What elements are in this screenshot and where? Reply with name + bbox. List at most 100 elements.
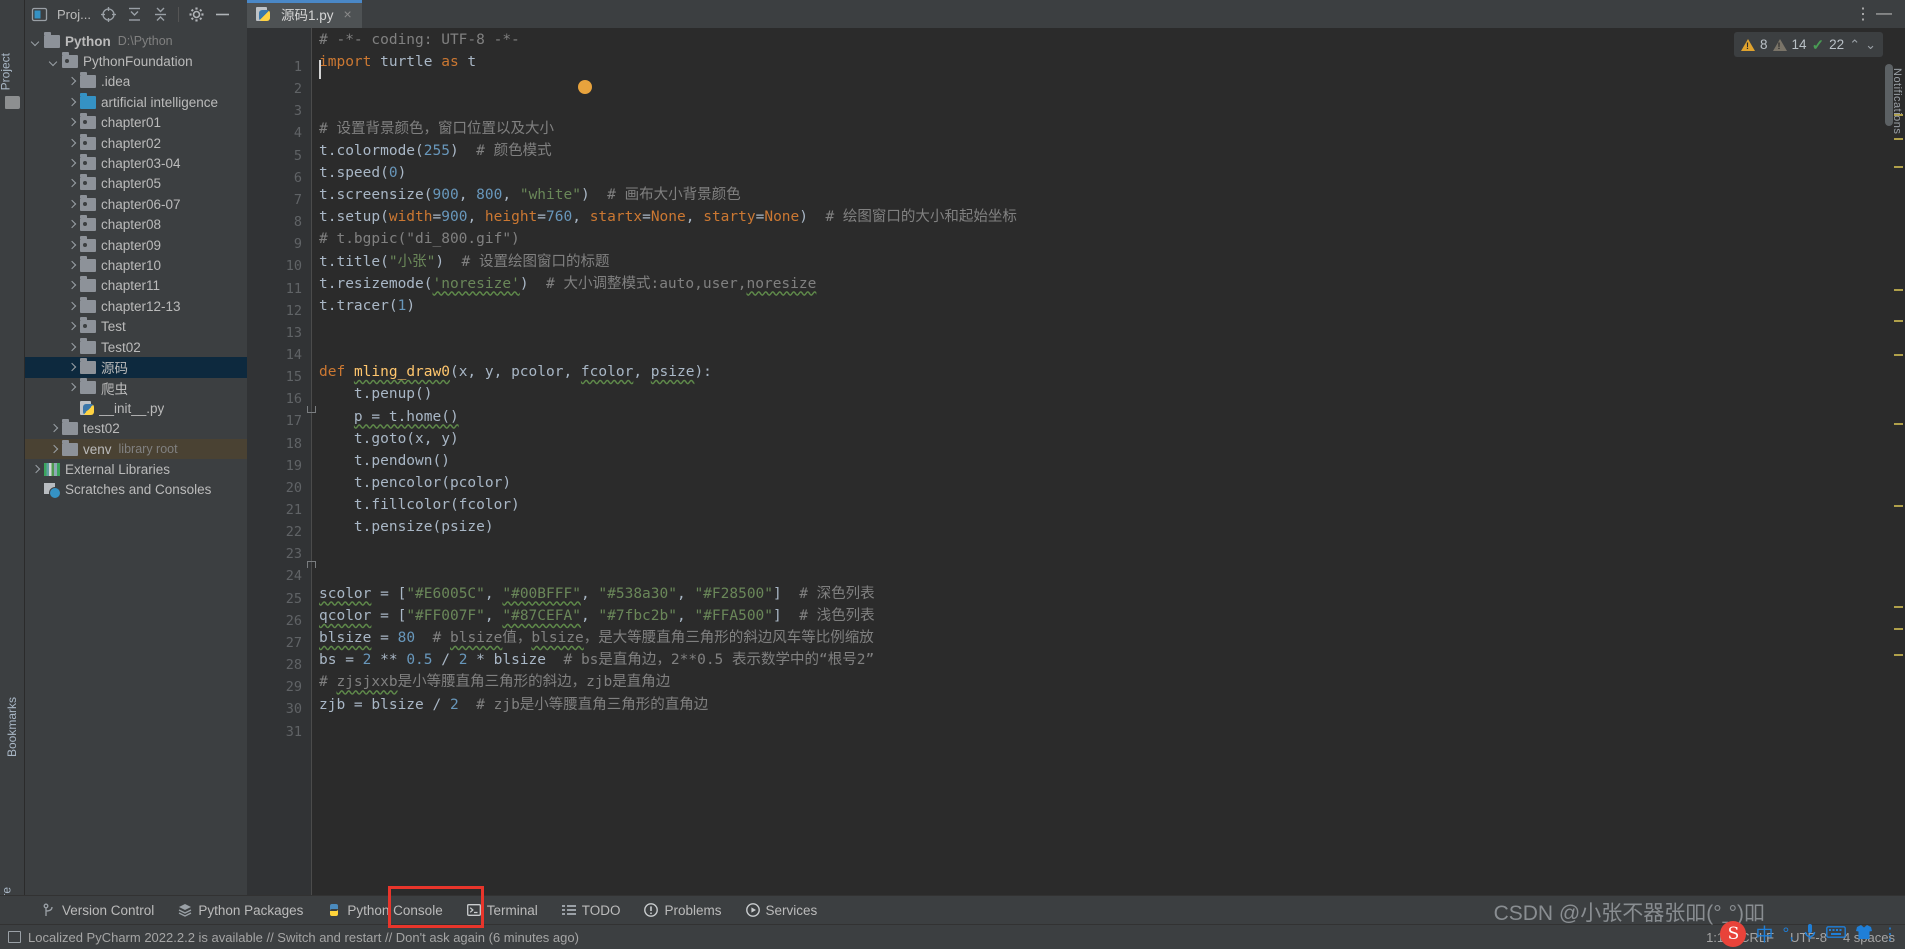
code-line[interactable]: # -*- coding: UTF-8 -*- [319, 29, 520, 51]
chevron-down-icon[interactable] [29, 35, 42, 48]
chevron-down-icon[interactable] [47, 55, 60, 68]
chevron-right-icon[interactable] [65, 381, 78, 394]
tree-item-chapter01[interactable]: chapter01 [25, 113, 247, 133]
ime-keyboard-icon[interactable] [1826, 924, 1846, 944]
ime-voice-icon[interactable] [1803, 923, 1817, 946]
tree-item-[interactable]: 源码 [25, 357, 247, 378]
stripe-mark[interactable] [1894, 606, 1903, 608]
line-number[interactable]: 27 [286, 635, 302, 651]
code-line[interactable]: t.pencolor(pcolor) [319, 472, 511, 494]
previous-problem-icon[interactable]: ⌃ [1849, 37, 1860, 53]
ime-punctuation-icon[interactable]: °, [1782, 924, 1794, 944]
tree-item-init-py[interactable]: __init__.py [25, 398, 247, 418]
code-line[interactable]: t.pensize(psize) [319, 516, 494, 538]
chevron-right-icon[interactable] [65, 218, 78, 231]
line-number[interactable]: 19 [286, 458, 302, 474]
settings-gear-icon[interactable] [188, 6, 205, 23]
hide-panel-icon[interactable] [214, 6, 231, 23]
chevron-right-icon[interactable] [65, 239, 78, 252]
tree-item-venv[interactable]: venv library root [25, 438, 247, 460]
line-number[interactable]: 3 [294, 103, 302, 119]
tool-window-button-services[interactable]: Services [734, 899, 830, 922]
tree-item-external-libraries[interactable]: External Libraries [25, 459, 247, 479]
tree-item-artificial-intelligence[interactable]: artificial intelligence [25, 92, 247, 112]
line-number[interactable]: 20 [286, 480, 302, 496]
code-text[interactable]: # -*- coding: UTF-8 -*- import turtle as … [311, 28, 1905, 920]
stripe-mark[interactable] [1894, 354, 1903, 356]
ime-more-icon[interactable]: ⋮ [1882, 924, 1899, 944]
line-number[interactable]: 18 [286, 436, 302, 452]
tree-item-chapter06-07[interactable]: chapter06-07 [25, 194, 247, 214]
line-number[interactable]: 14 [286, 347, 302, 363]
editor-tab-source1[interactable]: 源码1.py × [247, 0, 362, 28]
notification-icon[interactable] [8, 931, 21, 943]
next-problem-icon[interactable]: ⌄ [1865, 37, 1876, 53]
code-line[interactable]: t.setup(width=900, height=760, startx=No… [319, 206, 1017, 228]
tree-item-test02[interactable]: test02 [25, 418, 247, 438]
stripe-mark[interactable] [1894, 628, 1903, 630]
line-number[interactable]: 15 [286, 369, 302, 385]
tree-item-chapter02[interactable]: chapter02 [25, 133, 247, 153]
project-file-tree[interactable]: Python D:\Python PythonFoundation .idea arti… [25, 29, 247, 920]
code-line[interactable]: t.colormode(255) # 颜色模式 [319, 140, 552, 162]
tool-window-button-terminal[interactable]: Terminal [455, 899, 550, 922]
line-number[interactable]: 10 [286, 258, 302, 274]
stripe-mark[interactable] [1894, 320, 1903, 322]
line-number[interactable]: 7 [294, 192, 302, 208]
code-line[interactable]: t.tracer(1) [319, 295, 415, 317]
chevron-right-icon[interactable] [65, 75, 78, 88]
tree-item-chapter10[interactable]: chapter10 [25, 255, 247, 275]
code-line[interactable]: t.pendown() [319, 450, 450, 472]
chevron-right-icon[interactable] [65, 300, 78, 313]
tree-item-pythonfoundation[interactable]: PythonFoundation [25, 51, 247, 71]
line-number[interactable]: 25 [286, 591, 302, 607]
line-number[interactable]: 8 [294, 214, 302, 230]
code-line[interactable]: t.fillcolor(fcolor) [319, 494, 520, 516]
chevron-right-icon[interactable] [65, 116, 78, 129]
tree-item-chapter11[interactable]: chapter11 [25, 276, 247, 296]
code-line[interactable]: t.screensize(900, 800, "white") # 画布大小背景… [319, 184, 741, 206]
tree-item-python[interactable]: Python D:\Python [25, 31, 247, 51]
tool-window-button-python-console[interactable]: Python Console [315, 899, 454, 922]
tree-item-idea[interactable]: .idea [25, 72, 247, 92]
fold-marker-end[interactable] [307, 561, 316, 568]
locate-target-icon[interactable] [100, 6, 117, 23]
chevron-right-icon[interactable] [65, 137, 78, 150]
code-line[interactable]: scolor = ["#E6005C", "#00BFFF", "#538a30… [319, 583, 875, 605]
minimize-icon[interactable]: — [1876, 5, 1893, 23]
code-line[interactable]: import turtle as t [319, 51, 476, 73]
code-line[interactable]: blsize = 80 # blsize值，blsize，是大等腰直角三角形的斜… [319, 627, 874, 649]
sogou-logo-icon[interactable]: S [1720, 921, 1747, 947]
code-line[interactable]: bs = 2 ** 0.5 / 2 * blsize # bs是直角边，2**0… [319, 649, 874, 671]
line-number[interactable]: 26 [286, 613, 302, 629]
line-number[interactable]: 30 [286, 701, 302, 717]
fold-marker-def[interactable] [307, 406, 316, 413]
tree-item-chapter03-04[interactable]: chapter03-04 [25, 153, 247, 173]
status-message[interactable]: Localized PyCharm 2022.2.2 is available … [28, 930, 579, 945]
close-icon[interactable]: × [344, 6, 352, 22]
code-line[interactable]: # zjsjxxb是小等腰直角三角形的斜边，zjb是直角边 [319, 671, 670, 693]
project-folder-icon[interactable] [5, 96, 20, 109]
line-number[interactable]: 28 [286, 657, 302, 673]
chevron-right-icon[interactable] [65, 259, 78, 272]
line-number[interactable]: 31 [286, 724, 302, 740]
line-number[interactable]: 17 [286, 413, 302, 429]
line-number[interactable]: 29 [286, 679, 302, 695]
line-number[interactable]: 24 [286, 568, 302, 584]
stripe-mark[interactable] [1894, 505, 1903, 507]
stripe-mark[interactable] [1894, 423, 1903, 425]
code-line[interactable]: # t.bgpic("di_800.gif") [319, 228, 520, 250]
code-line[interactable]: t.resizemode('noresize') # 大小调整模式:auto,u… [319, 273, 816, 295]
chevron-right-icon[interactable] [65, 279, 78, 292]
line-number[interactable]: 22 [286, 524, 302, 540]
error-stripe-gutter[interactable] [1893, 28, 1905, 920]
chevron-right-icon[interactable] [65, 361, 78, 374]
tree-item-[interactable]: 爬虫 [25, 378, 247, 398]
line-number[interactable]: 2 [294, 81, 302, 97]
chevron-right-icon[interactable] [65, 198, 78, 211]
line-number[interactable]: 5 [294, 148, 302, 164]
line-number[interactable]: 21 [286, 502, 302, 518]
tree-item-chapter05[interactable]: chapter05 [25, 174, 247, 194]
line-number[interactable]: 13 [286, 325, 302, 341]
collapse-all-icon[interactable] [152, 6, 169, 23]
